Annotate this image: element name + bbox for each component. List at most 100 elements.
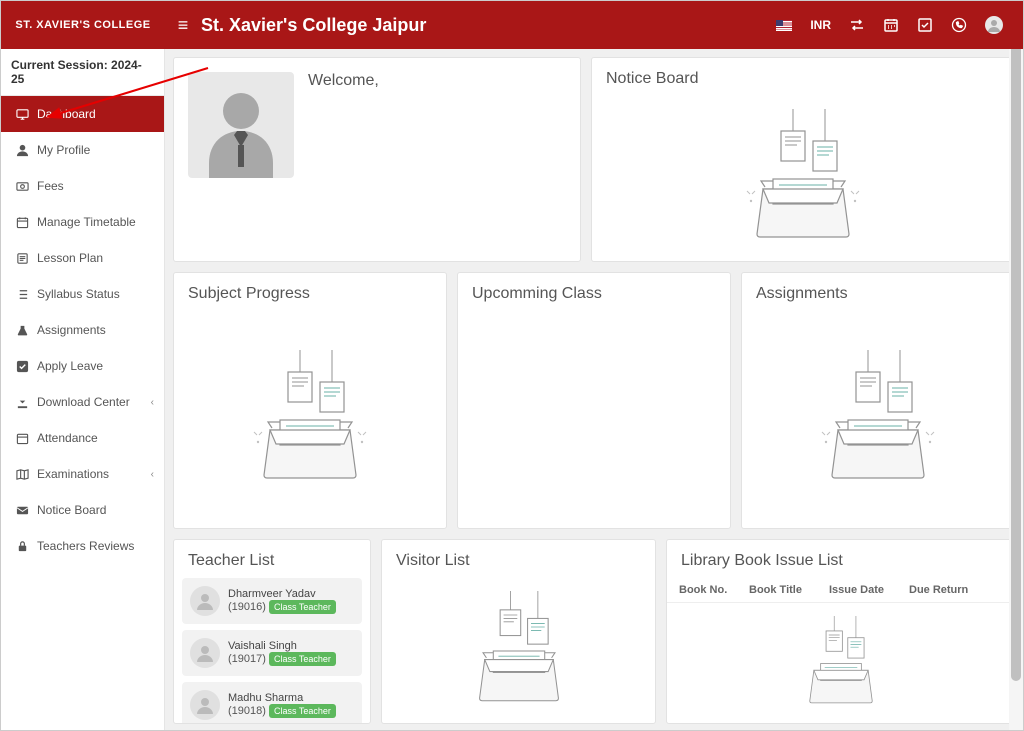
whatsapp-icon[interactable] — [951, 17, 967, 33]
teacher-row[interactable]: Dharmveer Yadav (19016) Class Teacher — [182, 578, 362, 624]
empty-state — [742, 311, 1014, 528]
person-icon — [190, 690, 220, 720]
calendar-icon — [15, 215, 29, 229]
user-avatar — [188, 72, 294, 178]
sidebar-item-attendance[interactable]: Attendance — [1, 420, 164, 456]
role-badge: Class Teacher — [269, 600, 336, 614]
sidebar-item-label: Attendance — [37, 431, 98, 445]
teacher-id: (19016) — [228, 601, 266, 613]
assignments-card: Assignments — [741, 272, 1015, 529]
sidebar-item-label: Syllabus Status — [37, 287, 120, 301]
table-header: Book No. — [679, 584, 749, 596]
card-title: Teacher List — [174, 540, 370, 578]
user-avatar-icon[interactable] — [985, 16, 1003, 34]
sidebar-item-dashboard[interactable]: Dashboard — [1, 96, 164, 132]
flask-icon — [15, 323, 29, 337]
calendar-icon — [15, 431, 29, 445]
upcoming-class-card: Upcomming Class — [457, 272, 731, 529]
sidebar-item-label: Fees — [37, 179, 64, 193]
empty-folder-icon — [798, 350, 958, 490]
empty-folder-icon — [781, 616, 901, 711]
person-icon — [190, 638, 220, 668]
transfer-icon[interactable] — [849, 17, 865, 33]
teacher-row[interactable]: Madhu Sharma (19018) Class Teacher — [182, 682, 362, 723]
envelope-icon — [15, 503, 29, 517]
menu-toggle-button[interactable]: ≡ — [165, 15, 201, 36]
card-title: Subject Progress — [174, 273, 446, 311]
teacher-row[interactable]: Vaishali Singh (19017) Class Teacher — [182, 630, 362, 676]
sidebar-item-assignments[interactable]: Assignments — [1, 312, 164, 348]
table-header: Issue Date — [829, 584, 909, 596]
role-badge: Class Teacher — [269, 652, 336, 666]
language-flag-icon[interactable] — [776, 20, 792, 31]
currency-selector[interactable]: INR — [810, 18, 831, 32]
download-icon — [15, 395, 29, 409]
sidebar-item-label: Lesson Plan — [37, 251, 103, 265]
sidebar-item-examinations[interactable]: Examinations ‹ — [1, 456, 164, 492]
calendar-icon[interactable] — [883, 17, 899, 33]
sidebar-item-lesson-plan[interactable]: Lesson Plan — [1, 240, 164, 276]
teacher-id: (19018) — [228, 705, 266, 717]
map-icon — [15, 467, 29, 481]
visitor-list-card: Visitor List — [381, 539, 656, 724]
app-header: ST. XAVIER'S COLLEGE ≡ St. Xavier's Coll… — [1, 1, 1023, 49]
sidebar-item-label: Manage Timetable — [37, 215, 136, 229]
table-header: Book Title — [749, 584, 829, 596]
chevron-left-icon: ‹ — [151, 397, 154, 408]
sidebar-item-manage-timetable[interactable]: Manage Timetable — [1, 204, 164, 240]
sidebar-item-notice-board[interactable]: Notice Board — [1, 492, 164, 528]
logo-text: ST. XAVIER'S COLLEGE — [1, 1, 165, 49]
user-icon — [15, 143, 29, 157]
empty-folder-icon — [449, 591, 589, 711]
session-label: Current Session: 2024-25 — [1, 49, 164, 96]
role-badge: Class Teacher — [269, 704, 336, 718]
teacher-list-card: Teacher List Dharmveer Yadav (19016) Cla… — [173, 539, 371, 724]
sidebar-item-label: Examinations — [37, 467, 109, 481]
sidebar-item-label: Apply Leave — [37, 359, 103, 373]
sidebar-item-label: Notice Board — [37, 503, 106, 517]
money-icon — [15, 179, 29, 193]
sidebar-nav: Current Session: 2024-25 Dashboard My Pr… — [1, 49, 165, 730]
card-title: Upcomming Class — [458, 273, 730, 311]
list-icon — [15, 287, 29, 301]
header-actions: INR — [776, 16, 1023, 34]
sidebar-item-label: Teachers Reviews — [37, 539, 134, 553]
book-icon — [15, 251, 29, 265]
vertical-scrollbar[interactable] — [1009, 1, 1023, 730]
teacher-name: Dharmveer Yadav — [228, 588, 336, 600]
notice-board-card: Notice Board — [591, 57, 1015, 262]
sidebar-item-syllabus-status[interactable]: Syllabus Status — [1, 276, 164, 312]
sidebar-item-label: My Profile — [37, 143, 90, 157]
sidebar-item-label: Assignments — [37, 323, 106, 337]
empty-state — [592, 96, 1014, 261]
sidebar-item-label: Dashboard — [37, 107, 96, 121]
welcome-title: Welcome, — [308, 58, 379, 261]
main-content: Welcome, Notice Board — [165, 49, 1023, 730]
page-title: St. Xavier's College Jaipur — [201, 15, 776, 36]
person-icon — [190, 586, 220, 616]
sidebar-item-label: Download Center — [37, 395, 130, 409]
lock-icon — [15, 539, 29, 553]
sidebar-item-download-center[interactable]: Download Center ‹ — [1, 384, 164, 420]
sidebar-item-apply-leave[interactable]: Apply Leave — [1, 348, 164, 384]
sidebar-item-my-profile[interactable]: My Profile — [1, 132, 164, 168]
subject-progress-card: Subject Progress — [173, 272, 447, 529]
empty-state — [667, 603, 1014, 723]
card-title: Notice Board — [592, 58, 1014, 96]
sidebar-item-teachers-reviews[interactable]: Teachers Reviews — [1, 528, 164, 564]
library-card: Library Book Issue List Book No. Book Ti… — [666, 539, 1015, 724]
empty-folder-icon — [230, 350, 390, 490]
task-icon[interactable] — [917, 17, 933, 33]
card-title: Visitor List — [382, 540, 655, 578]
welcome-card: Welcome, — [173, 57, 581, 262]
empty-state — [174, 311, 446, 528]
table-header-row: Book No. Book Title Issue Date Due Retur… — [667, 578, 1014, 603]
card-title: Library Book Issue List — [667, 540, 1014, 578]
chevron-left-icon: ‹ — [151, 469, 154, 480]
empty-state — [382, 578, 655, 723]
table-header: Due Return — [909, 584, 989, 596]
sidebar-item-fees[interactable]: Fees — [1, 168, 164, 204]
monitor-icon — [15, 107, 29, 121]
card-title: Assignments — [742, 273, 1014, 311]
teacher-name: Madhu Sharma — [228, 692, 336, 704]
